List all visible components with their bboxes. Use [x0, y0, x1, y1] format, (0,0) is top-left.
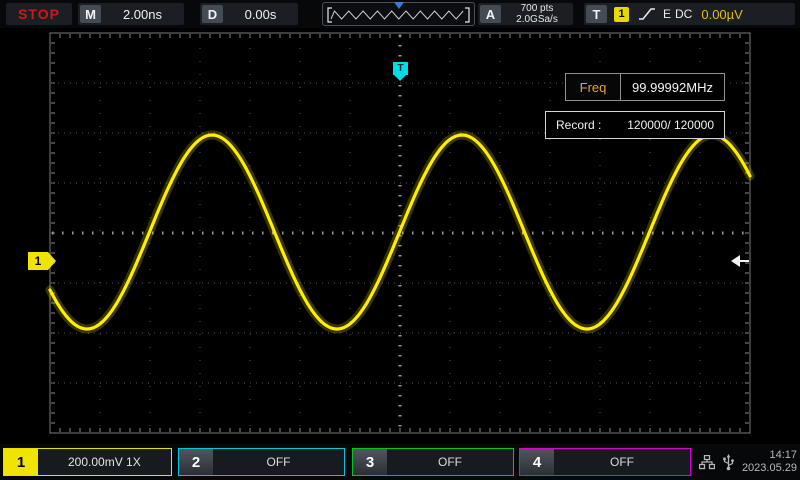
- top-status-bar: STOP M 2.00ns D 0.00s A 700 pts 2.0GSa/s…: [0, 0, 800, 28]
- trigger-badge: T: [586, 5, 607, 23]
- delay-badge: D: [202, 5, 223, 23]
- channel4-state: OFF: [610, 455, 634, 469]
- frequency-value: 99.99992MHz: [632, 79, 713, 95]
- channel1-badge: 1: [4, 449, 38, 475]
- channel2-panel[interactable]: 2 OFF: [178, 448, 345, 476]
- acquire-samplerate: 2.0GSa/s: [516, 14, 558, 25]
- date-value: 2023.05.29: [741, 462, 797, 474]
- trigger-type: E: [663, 7, 672, 21]
- timebase-value: 2.00ns: [122, 6, 163, 22]
- run-stop-indicator[interactable]: STOP: [6, 3, 72, 25]
- channel2-badge: 2: [179, 449, 213, 475]
- channel1-scale: 200.00mV 1X: [68, 455, 141, 469]
- channel3-panel[interactable]: 3 OFF: [352, 448, 514, 476]
- status-area: 14:17 2023.05.29: [698, 448, 797, 476]
- channel1-settings: 200.00mV 1X: [47, 455, 171, 469]
- waveform-display-area: 1 T Freq 99.99992MHz Record : 120000/ 12…: [0, 28, 800, 444]
- time-value: 14:17: [769, 449, 797, 461]
- trigger-position-marker[interactable]: T: [393, 62, 408, 81]
- trigger-panel[interactable]: T 1 E DC 0.00µV: [584, 3, 795, 25]
- trigger-coupling: DC: [675, 7, 693, 21]
- acquire-points: 700 pts: [520, 3, 554, 14]
- timebase-badge: M: [80, 5, 101, 23]
- record-value: 120000/ 120000: [627, 118, 714, 132]
- trigger-level-arrow-icon[interactable]: [731, 255, 749, 267]
- acquire-badge: A: [480, 5, 501, 23]
- channel3-badge: 3: [353, 449, 387, 475]
- trigger-level-value: 0.00µV: [701, 6, 743, 22]
- lan-icon: [698, 454, 715, 469]
- channel2-state: OFF: [266, 455, 291, 469]
- channel4-panel[interactable]: 4 OFF: [519, 448, 691, 476]
- record-label: Record :: [556, 118, 602, 132]
- trigger-source-channel: 1: [614, 6, 629, 22]
- clock: 14:17 2023.05.29: [742, 449, 797, 475]
- preview-trigger-position-icon[interactable]: [394, 2, 404, 9]
- acquire-panel[interactable]: A 700 pts 2.0GSa/s: [478, 3, 573, 25]
- frequency-label: Freq: [566, 74, 621, 100]
- rising-edge-icon: [638, 7, 656, 21]
- usb-icon: [723, 453, 734, 470]
- delay-panel[interactable]: D 0.00s: [200, 3, 298, 25]
- channel3-state: OFF: [438, 455, 462, 469]
- bottom-channel-bar: 1 200.00mV 1X 2 OFF 3 OFF 4 OFF 14:17 20…: [0, 444, 800, 480]
- delay-value: 0.00s: [244, 6, 277, 22]
- channel1-position-marker[interactable]: 1: [28, 252, 56, 270]
- channel4-badge: 4: [520, 449, 554, 475]
- frequency-readout: Freq 99.99992MHz: [565, 73, 725, 101]
- record-readout: Record : 120000/ 120000: [545, 111, 725, 139]
- channel1-panel[interactable]: 1 200.00mV 1X: [3, 448, 172, 476]
- timebase-panel[interactable]: M 2.00ns: [78, 3, 184, 25]
- acquire-info: 700 pts 2.0GSa/s: [501, 3, 573, 25]
- run-state-label: STOP: [18, 6, 60, 22]
